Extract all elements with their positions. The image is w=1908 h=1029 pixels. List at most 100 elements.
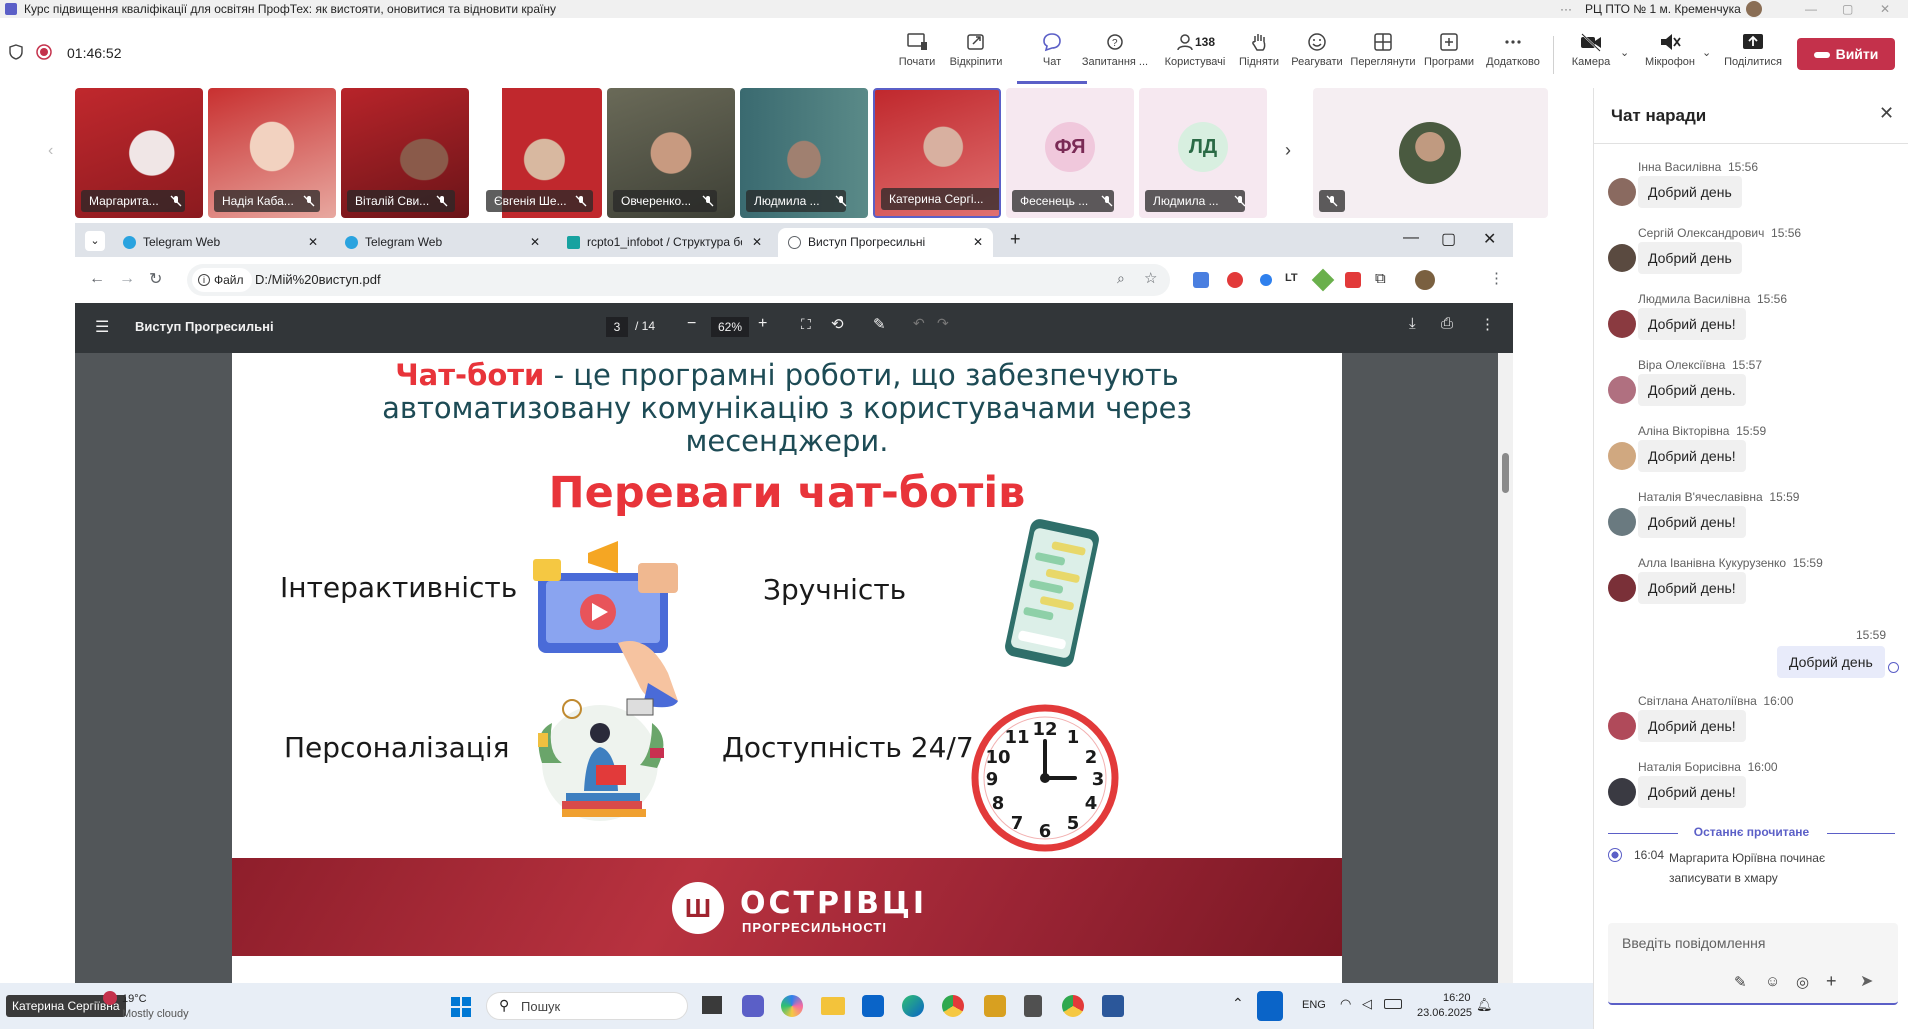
mic-chevron-down-icon[interactable]: ⌄ bbox=[1702, 46, 1711, 59]
lt-ext-icon[interactable]: LT bbox=[1285, 272, 1301, 288]
tab-close-icon[interactable]: ✕ bbox=[308, 228, 318, 257]
participant-tile[interactable]: ФЯ Фесенець ... bbox=[1006, 88, 1134, 218]
participant-tile-speaking[interactable]: Катерина Сергі... bbox=[873, 88, 1001, 218]
reload-icon[interactable]: ↻ bbox=[149, 269, 162, 289]
profile-avatar[interactable] bbox=[1415, 270, 1435, 290]
send-icon[interactable]: ➤ bbox=[1860, 971, 1873, 991]
file-chip[interactable]: i Файл bbox=[192, 268, 252, 292]
redo-icon[interactable]: ↷ bbox=[937, 315, 949, 332]
adblock-ext-icon[interactable] bbox=[1227, 272, 1243, 288]
hamburger-menu-icon[interactable]: ☰ bbox=[95, 317, 109, 337]
loop-icon[interactable]: ◎ bbox=[1796, 973, 1809, 991]
format-icon[interactable]: ✎ bbox=[1734, 973, 1747, 991]
chrome-active-icon[interactable] bbox=[1062, 995, 1084, 1017]
window-restore-icon[interactable]: ▢ bbox=[1441, 229, 1456, 249]
share-button[interactable]: Поділитися bbox=[1718, 32, 1788, 68]
zoom-in-icon[interactable]: + bbox=[758, 315, 767, 333]
participant-tile[interactable]: Людмила ... bbox=[740, 88, 868, 218]
tab-close-icon[interactable]: ✕ bbox=[973, 228, 983, 257]
more-button[interactable]: Додатково bbox=[1478, 32, 1548, 68]
snip-tool-icon[interactable] bbox=[984, 995, 1006, 1017]
teams-icon[interactable] bbox=[742, 995, 764, 1017]
react-button[interactable]: Реагувати bbox=[1282, 32, 1352, 68]
zoom-out-icon[interactable]: − bbox=[687, 315, 696, 333]
tab-search-chevron-icon[interactable]: ⌄ bbox=[85, 231, 105, 251]
language-indicator[interactable]: ENG bbox=[1302, 999, 1326, 1011]
avatar[interactable] bbox=[1746, 1, 1762, 17]
participant-tile[interactable]: Овчеренко... bbox=[607, 88, 735, 218]
pdf-scroll-thumb[interactable] bbox=[1502, 453, 1509, 493]
fit-page-icon[interactable]: ⛶ bbox=[801, 316, 811, 333]
mic-button[interactable]: Мікрофон bbox=[1635, 32, 1705, 68]
maximize-icon[interactable]: ▢ bbox=[1842, 0, 1853, 18]
calculator-icon[interactable] bbox=[1024, 995, 1042, 1017]
zoom-icon[interactable]: ⌕ bbox=[1117, 270, 1125, 287]
download-icon[interactable]: ⤓ bbox=[1409, 315, 1416, 332]
leave-button[interactable]: Вийти bbox=[1797, 38, 1895, 70]
participant-tile[interactable]: Маргарита... bbox=[75, 88, 203, 218]
volume-icon[interactable]: ◁ bbox=[1362, 996, 1372, 1012]
window-close-icon[interactable]: ✕ bbox=[1483, 229, 1496, 249]
clock-time[interactable]: 16:20 bbox=[1443, 992, 1471, 1004]
page-number-input[interactable]: 3 bbox=[606, 317, 628, 337]
tab-infobot[interactable]: rcpto1_infobot / Структура бот ✕ bbox=[557, 228, 772, 257]
zoom-input[interactable]: 62% bbox=[711, 317, 749, 337]
tray-chevron-up-icon[interactable]: ⌃ bbox=[1232, 995, 1244, 1012]
close-icon[interactable]: ✕ bbox=[1880, 0, 1890, 18]
pdf-viewer[interactable]: Чат-боти - це програмні роботи, що забез… bbox=[75, 353, 1513, 983]
forward-arrow-icon[interactable]: → bbox=[119, 270, 135, 288]
outlook-icon[interactable] bbox=[862, 995, 884, 1017]
participant-tile[interactable]: Віталій Сви... bbox=[341, 88, 469, 218]
attach-plus-icon[interactable]: + bbox=[1826, 971, 1837, 992]
self-video-tile[interactable] bbox=[1313, 88, 1548, 218]
edge-icon[interactable] bbox=[902, 995, 924, 1017]
tab-telegram-2[interactable]: Telegram Web ✕ bbox=[335, 228, 550, 257]
compose-box[interactable]: Введіть повідомлення ✎ ☺ ◎ + ➤ bbox=[1608, 923, 1898, 1005]
chat-button[interactable]: Чат bbox=[1017, 32, 1087, 84]
minimize-icon[interactable]: — bbox=[1805, 0, 1817, 18]
notification-bell-icon[interactable]: 🔔︎ bbox=[1476, 997, 1493, 1013]
taskbar-search[interactable]: ⚲ Пошук bbox=[486, 992, 688, 1020]
qa-button[interactable]: ? Запитання ... bbox=[1080, 32, 1150, 68]
record-ext-icon[interactable] bbox=[1345, 272, 1361, 288]
close-chat-icon[interactable]: ✕ bbox=[1879, 103, 1894, 124]
taskview-icon[interactable] bbox=[702, 996, 722, 1014]
tab-close-icon[interactable]: ✕ bbox=[530, 228, 540, 257]
pdf-scrollbar[interactable] bbox=[1498, 353, 1513, 983]
circle-ext-icon[interactable] bbox=[1260, 274, 1272, 286]
chrome-icon[interactable] bbox=[942, 995, 964, 1017]
participant-tile[interactable]: ЛД Людмила ... bbox=[1139, 88, 1267, 218]
annotate-icon[interactable]: ✎ bbox=[873, 315, 886, 333]
new-tab-plus-icon[interactable]: + bbox=[1010, 229, 1021, 250]
more-icon[interactable]: ··· bbox=[1560, 0, 1572, 18]
tab-pdf-active[interactable]: Виступ Прогресильні ✕ bbox=[778, 228, 993, 257]
scroll-left-chevron-icon[interactable]: ‹ bbox=[48, 142, 53, 160]
scroll-right-chevron-icon[interactable]: › bbox=[1285, 140, 1291, 161]
mic-active-icon[interactable] bbox=[1257, 991, 1283, 1021]
window-minimize-icon[interactable]: — bbox=[1403, 229, 1419, 247]
camera-button[interactable]: Камера bbox=[1556, 32, 1626, 68]
copilot-icon[interactable] bbox=[781, 995, 803, 1017]
clock-date[interactable]: 23.06.2025 bbox=[1417, 1007, 1472, 1019]
wifi-icon[interactable]: ◠ bbox=[1340, 996, 1351, 1012]
chat-message-list[interactable]: Інна Василівна 15:56 Добрий день Сергій … bbox=[1594, 144, 1908, 944]
omnibox[interactable]: i Файл D:/Мій%20виступ.pdf ⌕ ☆ bbox=[187, 264, 1170, 296]
green-ext-icon[interactable] bbox=[1311, 268, 1335, 292]
print-icon[interactable]: ⎙ bbox=[1441, 315, 1453, 332]
file-explorer-icon[interactable] bbox=[821, 997, 845, 1015]
back-arrow-icon[interactable]: ← bbox=[89, 270, 105, 288]
browser-menu-icon[interactable]: ⋮ bbox=[1489, 269, 1504, 287]
camera-chevron-down-icon[interactable]: ⌄ bbox=[1620, 46, 1629, 59]
bookmark-star-icon[interactable]: ☆ bbox=[1144, 269, 1157, 287]
pdf-more-icon[interactable]: ⋮ bbox=[1480, 315, 1495, 333]
battery-icon[interactable] bbox=[1384, 999, 1402, 1009]
pin-button[interactable]: Відкріпити bbox=[941, 32, 1011, 68]
participant-tile[interactable]: Надія Каба... bbox=[208, 88, 336, 218]
emoji-icon[interactable]: ☺ bbox=[1765, 973, 1780, 990]
users-button[interactable]: 138 Користувачі bbox=[1160, 32, 1230, 68]
tab-close-icon[interactable]: ✕ bbox=[752, 228, 762, 257]
apps-button[interactable]: Програми bbox=[1414, 32, 1484, 68]
tab-telegram-1[interactable]: Telegram Web ✕ bbox=[113, 228, 328, 257]
view-button[interactable]: Переглянути bbox=[1348, 32, 1418, 68]
windows-start-icon[interactable] bbox=[450, 996, 472, 1018]
